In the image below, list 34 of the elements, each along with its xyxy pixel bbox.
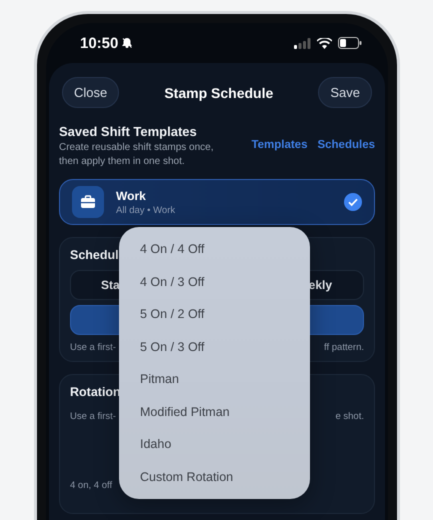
signal-icon <box>294 38 311 48</box>
segment-label[interactable]: Sta <box>101 278 120 292</box>
card-note: e shot. <box>335 411 364 422</box>
menu-item[interactable]: 5 On / 2 Off <box>119 298 310 330</box>
menu-item[interactable]: 5 On / 3 Off <box>119 330 310 363</box>
card-note: Use a first- <box>70 411 116 422</box>
save-button[interactable]: Save <box>318 77 372 108</box>
menu-item[interactable]: Custom Rotation <box>119 460 310 493</box>
close-button[interactable]: Close <box>62 77 120 108</box>
menu-item[interactable]: 4 On / 4 Off <box>119 233 310 266</box>
card-title: Schedul <box>70 248 119 262</box>
rotation-pattern: 4 on, 4 off <box>70 480 114 491</box>
card-note: ff pattern. <box>324 342 364 353</box>
template-detail: All day • Work <box>116 204 176 216</box>
checkmark-icon[interactable] <box>344 193 362 211</box>
menu-item[interactable]: Idaho <box>119 428 310 460</box>
segment-label[interactable]: ekly <box>308 278 332 292</box>
status-time: 10:50 <box>80 34 118 52</box>
bell-slash-icon <box>121 37 134 49</box>
card-title: Rotation <box>70 385 121 399</box>
nav-link[interactable]: Schedules <box>317 139 375 151</box>
sheet-title: Stamp Schedule <box>164 84 274 100</box>
briefcase-icon <box>72 186 104 218</box>
card-note: Use a first- <box>70 342 116 353</box>
menu-item[interactable]: 4 On / 3 Off <box>119 266 310 298</box>
battery-icon <box>338 37 362 49</box>
menu-item[interactable]: Pitman <box>119 363 310 396</box>
section-description: Create reusable shift stamps once, then apply them in one shot. <box>59 141 215 169</box>
wifi-icon <box>317 38 332 48</box>
template-name: Work <box>116 188 147 202</box>
nav-link[interactable]: Templates <box>251 139 308 151</box>
section-title: Saved Shift Templates <box>59 124 198 139</box>
template-card[interactable]: Work All day • Work <box>59 179 375 225</box>
menu-item[interactable]: Modified Pitman <box>119 396 310 428</box>
